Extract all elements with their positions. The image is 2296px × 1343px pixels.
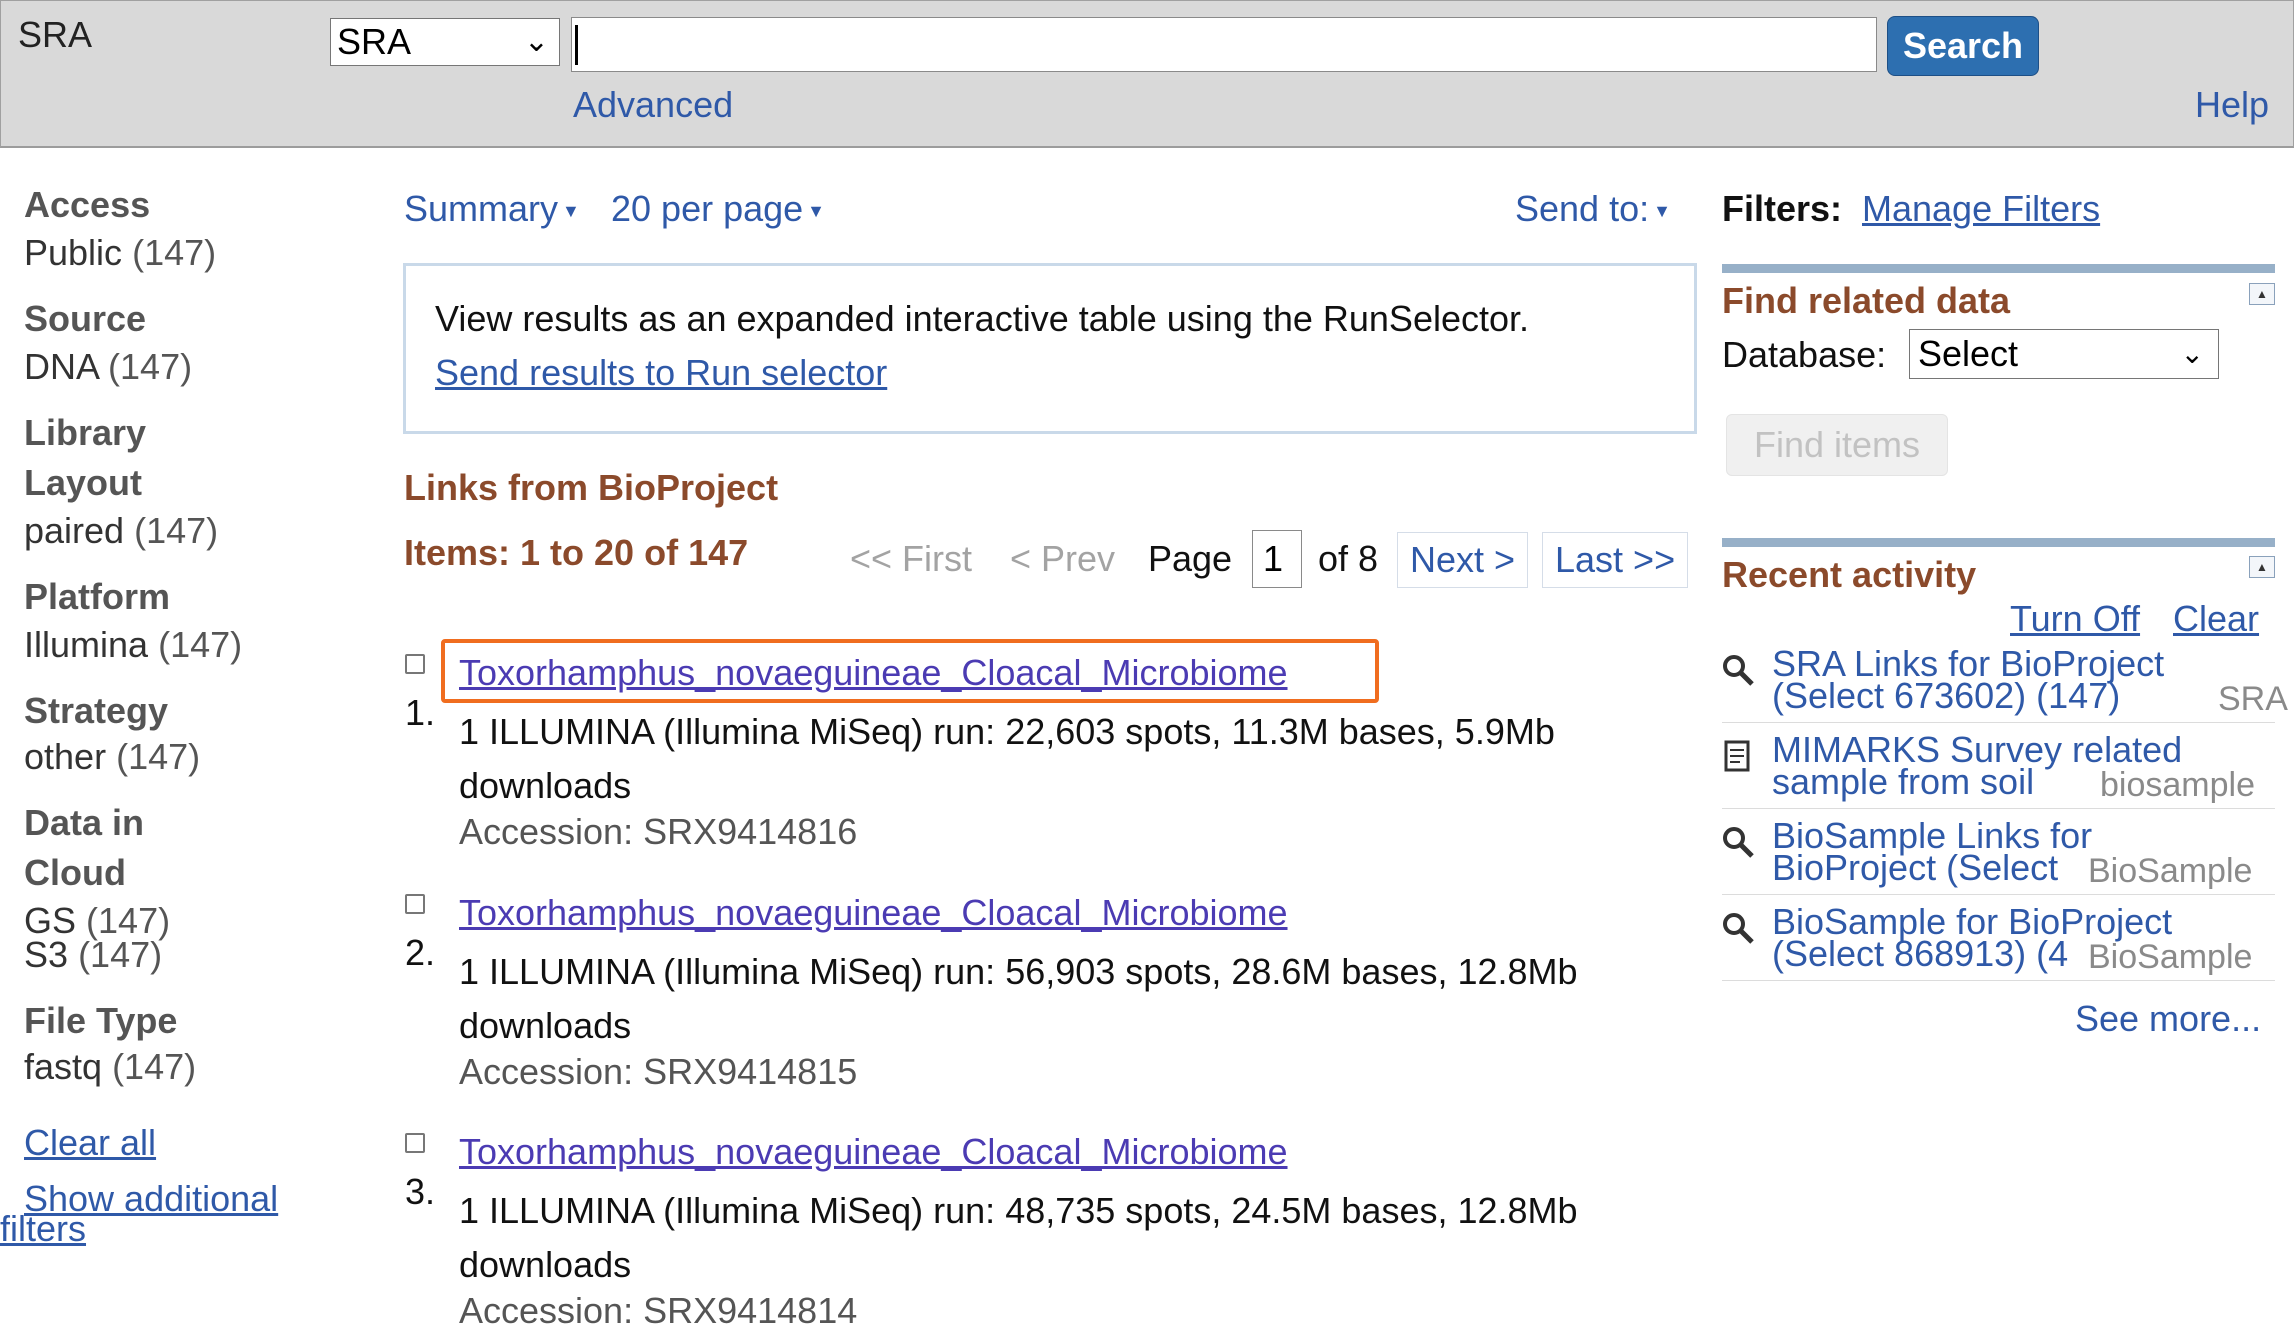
per-page-dropdown[interactable]: 20 per page ▼ [611,188,825,230]
result-title-link[interactable]: Toxorhamphus_novaeguineae_Cloacal_Microb… [459,1131,1288,1173]
recent-item-db: BioSample [2088,938,2253,976]
text-caret [575,25,578,65]
show-additional-filters-link-wrap[interactable]: filters [0,1208,86,1250]
facet-item-other[interactable]: other (147) [24,736,200,778]
find-related-data-heading: Find related data [1722,280,2011,321]
search-input[interactable] [571,17,1877,72]
document-icon [1724,740,1750,772]
recent-item-db: biosample [2100,766,2255,804]
facet-heading-cloud: Cloud [24,852,126,893]
facet-item-dna[interactable]: DNA (147) [24,346,192,388]
collapse-icon[interactable]: ▲ [2249,283,2275,305]
clear-recent-link[interactable]: Clear [2173,598,2259,640]
recent-activity-heading: Recent activity [1722,554,1977,595]
result-checkbox[interactable] [405,654,425,674]
see-more-link[interactable]: See more... [2075,998,2261,1040]
recent-item-divider [1722,808,2275,809]
recent-item-link-line2[interactable]: sample from soil [1772,764,2034,800]
recent-item-link-line2[interactable]: BioProject (Select [1772,850,2058,886]
facet-heading-source: Source [24,298,147,339]
result-checkbox[interactable] [405,894,425,914]
facet-heading-data-in: Data in [24,802,145,843]
result-accession: Accession: SRX9414814 [459,1290,858,1331]
send-to-run-selector-link[interactable]: Send results to Run selector [435,352,887,394]
caret-down-icon: ▼ [807,200,825,221]
search-icon [1723,913,1754,944]
facet-item-illumina[interactable]: Illumina (147) [24,624,242,666]
find-items-button[interactable]: Find items [1726,414,1948,476]
facet-heading-layout: Layout [24,462,143,503]
turn-off-link[interactable]: Turn Off [2010,598,2140,640]
section-divider [1722,264,2275,273]
manage-filters-link[interactable]: Manage Filters [1862,188,2100,230]
advanced-search-link[interactable]: Advanced [573,84,733,126]
related-database-select[interactable]: Select ⌄ [1909,329,2219,379]
run-selector-notice [403,263,1697,434]
next-page-button[interactable]: Next > [1397,532,1529,588]
summary-dropdown[interactable]: Summary ▼ [404,188,580,230]
recent-item-link-line2[interactable]: (Select 673602) (147) [1772,678,2120,714]
recent-item-divider [1722,894,2275,895]
facet-heading-file-type: File Type [24,1000,178,1041]
chevron-down-icon: ⌄ [523,25,549,58]
result-accession: Accession: SRX9414816 [459,811,858,852]
result-description: 1 ILLUMINA (Illumina MiSeq) run: 22,603 … [459,711,1555,806]
recent-item-db: SRA [2218,680,2288,718]
database-select[interactable]: SRA ⌄ [330,18,560,66]
page-number-input[interactable]: 1 [1252,530,1302,588]
facet-item-public[interactable]: Public (147) [24,232,216,274]
page-label: Page [1148,538,1233,579]
recent-item-divider [1722,980,2275,981]
facet-item-s3[interactable]: S3 (147) [24,934,162,976]
result-checkbox[interactable] [405,1133,425,1153]
result-description: 1 ILLUMINA (Illumina MiSeq) run: 56,903 … [459,951,1578,1046]
recent-item-divider [1722,722,2275,723]
recent-item-db: BioSample [2088,852,2253,890]
facet-item-fastq[interactable]: fastq (147) [24,1046,196,1088]
clear-all-link[interactable]: Clear all [24,1122,156,1164]
help-link[interactable]: Help [2195,84,2269,126]
facet-heading-strategy: Strategy [24,690,169,731]
prev-page-link: < Prev [1010,538,1116,579]
run-selector-text: View results as an expanded interactive … [435,298,1530,339]
facet-heading-platform: Platform [24,576,171,617]
last-page-button[interactable]: Last >> [1542,532,1689,588]
result-number: 3. [405,1171,436,1212]
collapse-icon[interactable]: ▲ [2249,556,2275,578]
items-count: Items: 1 to 20 of 147 [404,532,749,573]
first-page-link: << First [850,538,973,579]
facet-heading-access: Access [24,184,151,225]
related-database-label: Database: [1722,334,1887,375]
section-divider [1722,538,2275,547]
search-button[interactable]: Search [1887,16,2039,76]
database-label: SRA [18,14,93,55]
result-description: 1 ILLUMINA (Illumina MiSeq) run: 48,735 … [459,1190,1578,1285]
result-number: 2. [405,932,436,973]
search-icon [1723,655,1754,686]
caret-down-icon: ▼ [1653,200,1671,221]
result-number: 1. [405,692,436,733]
facet-heading-library: Library [24,412,147,453]
result-title-link[interactable]: Toxorhamphus_novaeguineae_Cloacal_Microb… [459,892,1288,934]
links-from-bioproject-heading: Links from BioProject [404,467,779,508]
chevron-down-icon: ⌄ [2180,338,2204,369]
highlight-box [441,639,1379,703]
send-to-dropdown[interactable]: Send to: ▼ [1515,188,1671,230]
facet-item-paired[interactable]: paired (147) [24,510,218,552]
search-icon [1723,827,1754,858]
page-total: of 8 [1318,538,1379,579]
recent-item-link-line2[interactable]: (Select 868913) (4 [1772,936,2068,972]
database-select-value: SRA [337,21,412,62]
caret-down-icon: ▼ [562,200,580,221]
filters-label: Filters: [1722,188,1843,229]
result-accession: Accession: SRX9414815 [459,1051,858,1092]
